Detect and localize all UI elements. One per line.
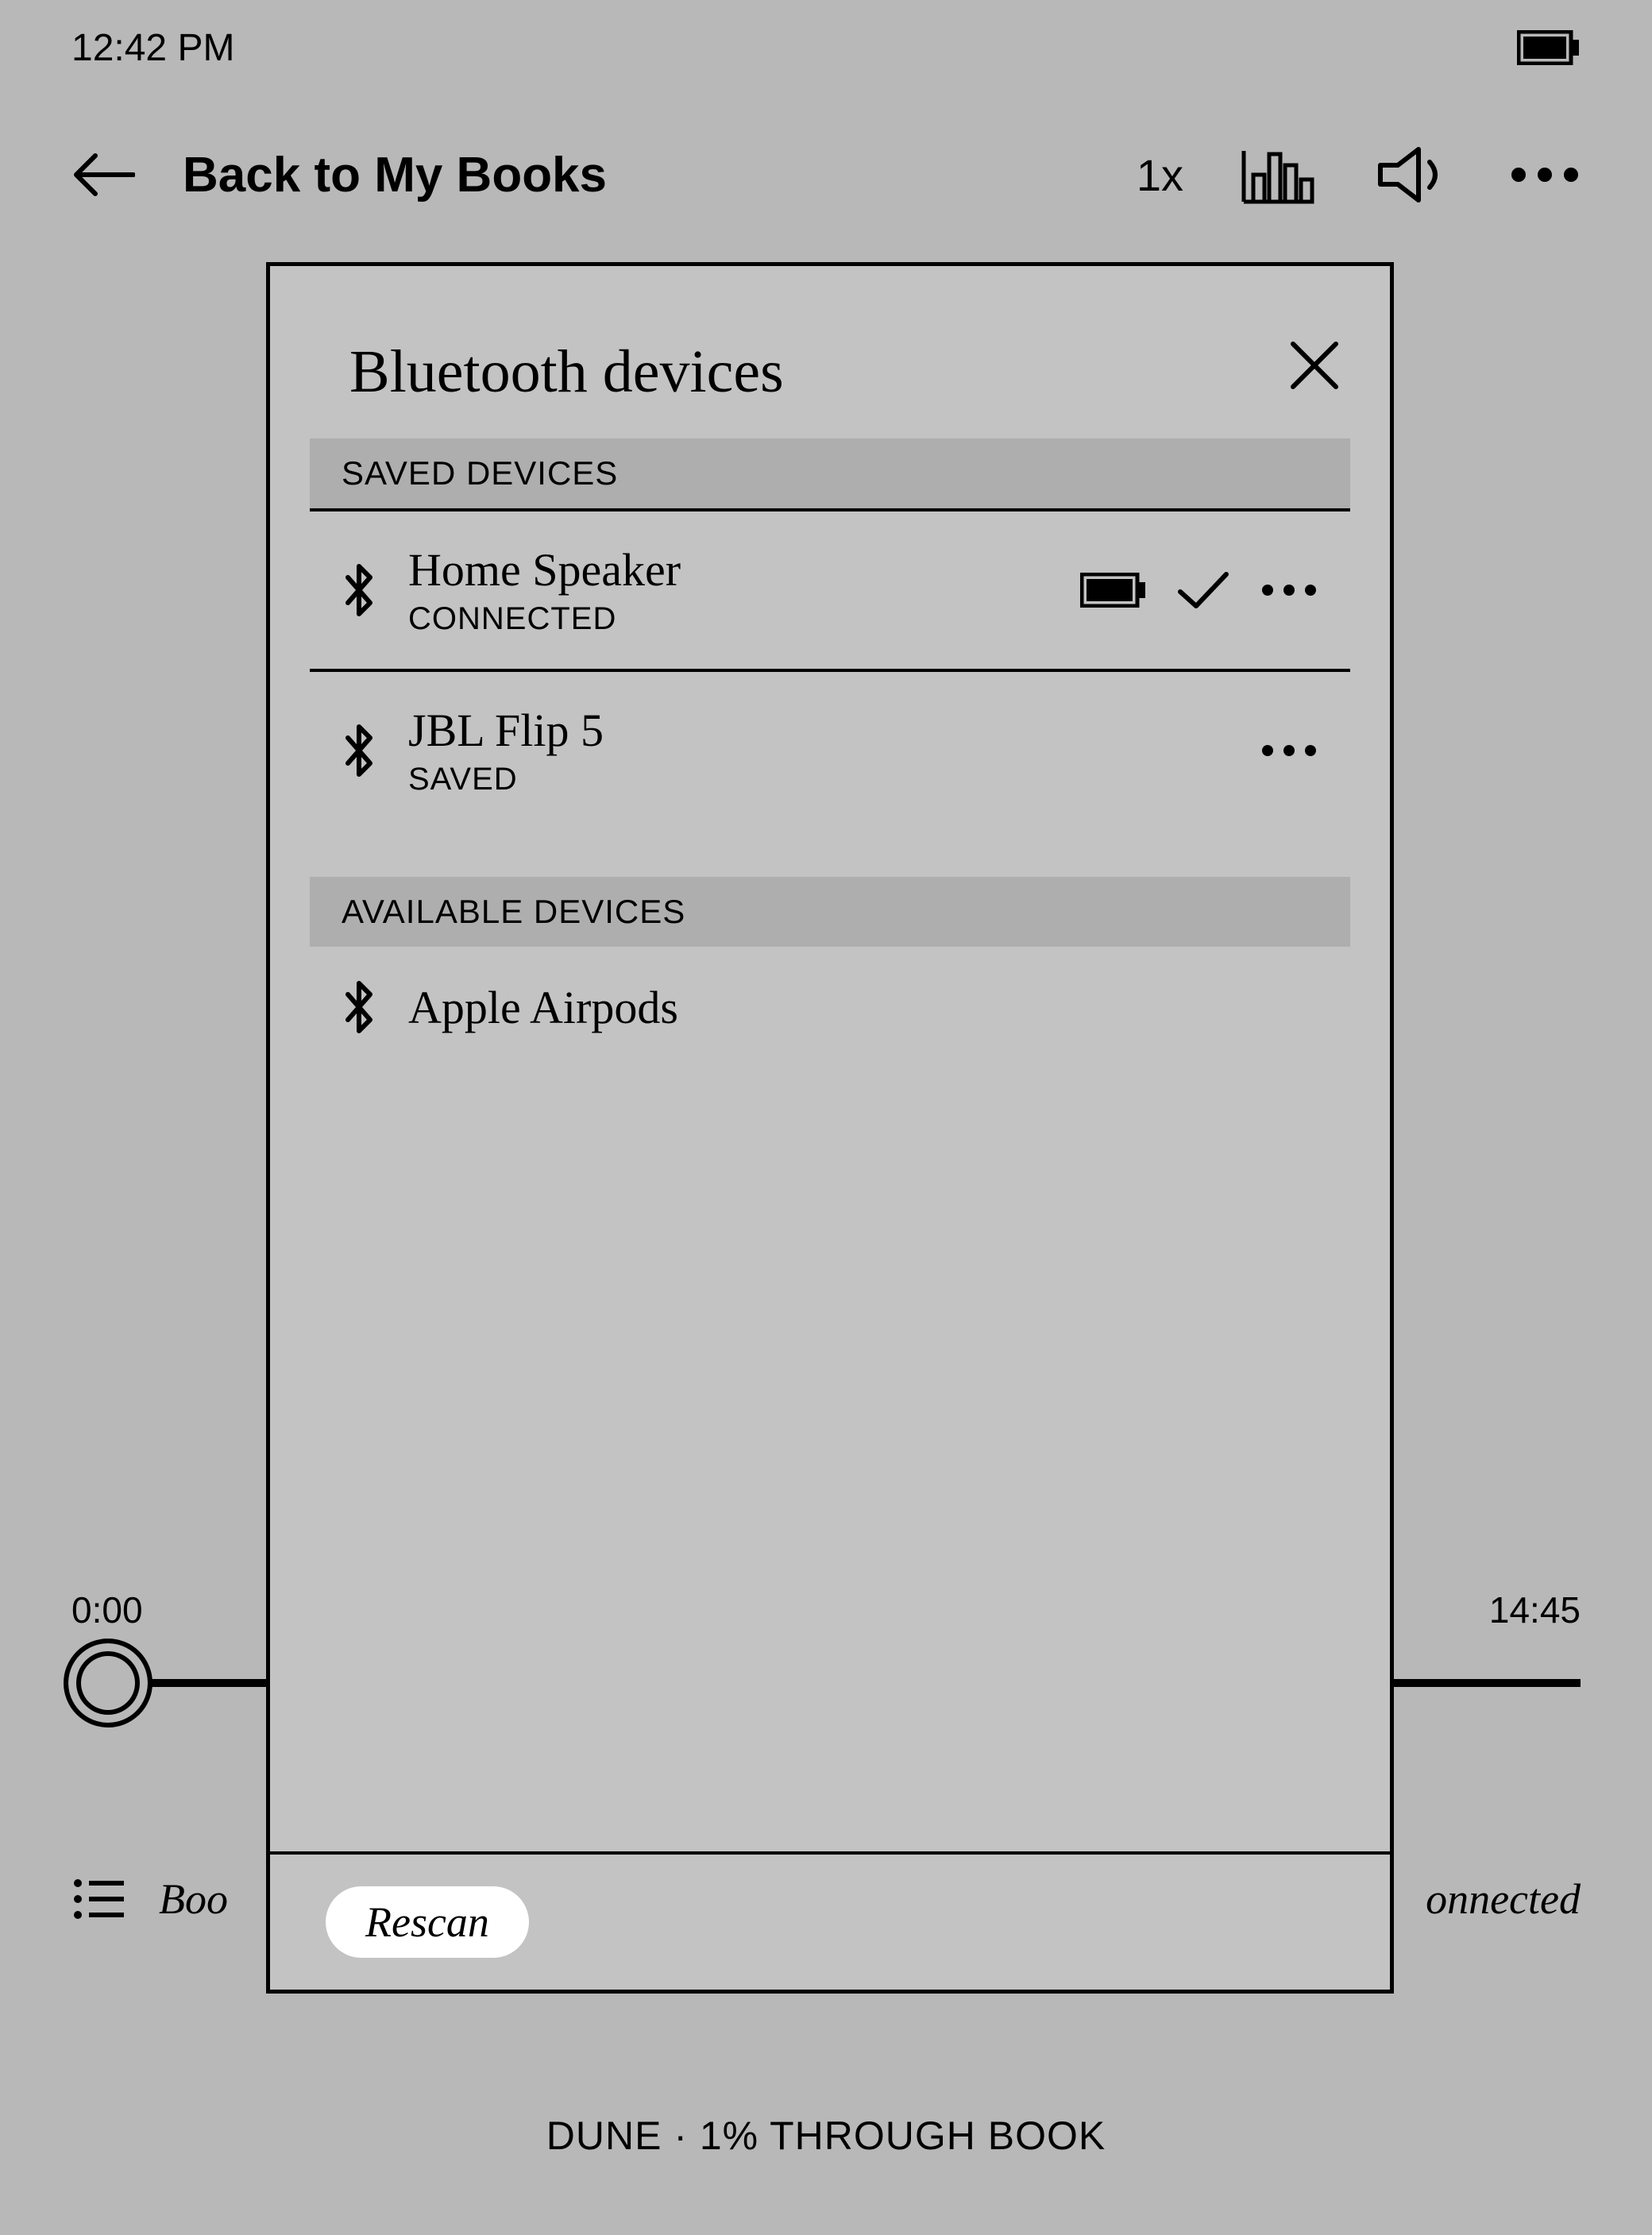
device-more-icon[interactable] [1260,582,1318,598]
bottom-right-text: onnected [1426,1874,1581,1924]
equalizer-icon[interactable] [1239,143,1318,207]
bottom-left-text: Boo [159,1874,228,1924]
time-elapsed: 0:00 [71,1588,143,1631]
battery-icon [1080,573,1147,608]
device-name: Apple Airpods [408,981,1318,1034]
bluetooth-modal: Bluetooth devices SAVED DEVICES Home Spe… [266,262,1394,1994]
device-row[interactable]: Apple Airpods [310,947,1350,1067]
device-status: CONNECTED [408,601,1048,637]
back-arrow-icon[interactable] [71,151,135,199]
progress-thumb[interactable] [64,1639,152,1727]
list-icon[interactable] [71,1875,127,1923]
close-icon[interactable] [1287,338,1342,393]
page-title[interactable]: Back to My Books [183,147,1089,203]
time-remaining: 14:45 [1489,1588,1581,1631]
device-row[interactable]: JBL Flip 5 SAVED [310,672,1350,829]
status-time: 12:42 PM [71,26,234,70]
bluetooth-icon [342,562,376,619]
modal-title: Bluetooth devices [349,338,784,407]
rescan-button[interactable]: Rescan [326,1886,529,1958]
book-progress-footer: DUNE · 1% THROUGH BOOK [0,2113,1652,2159]
battery-icon [1517,30,1581,65]
device-row[interactable]: Home Speaker CONNECTED [310,511,1350,672]
bluetooth-icon [342,979,376,1036]
saved-devices-header: SAVED DEVICES [310,438,1350,511]
playback-speed[interactable]: 1x [1137,149,1183,201]
speaker-icon[interactable] [1374,143,1453,207]
available-devices-header: AVAILABLE DEVICES [310,877,1350,947]
more-icon[interactable] [1509,165,1581,184]
device-status: SAVED [408,762,1228,797]
device-name: Home Speaker [408,543,1048,596]
check-icon [1175,568,1231,612]
device-name: JBL Flip 5 [408,704,1228,757]
device-more-icon[interactable] [1260,743,1318,759]
bluetooth-icon [342,722,376,779]
